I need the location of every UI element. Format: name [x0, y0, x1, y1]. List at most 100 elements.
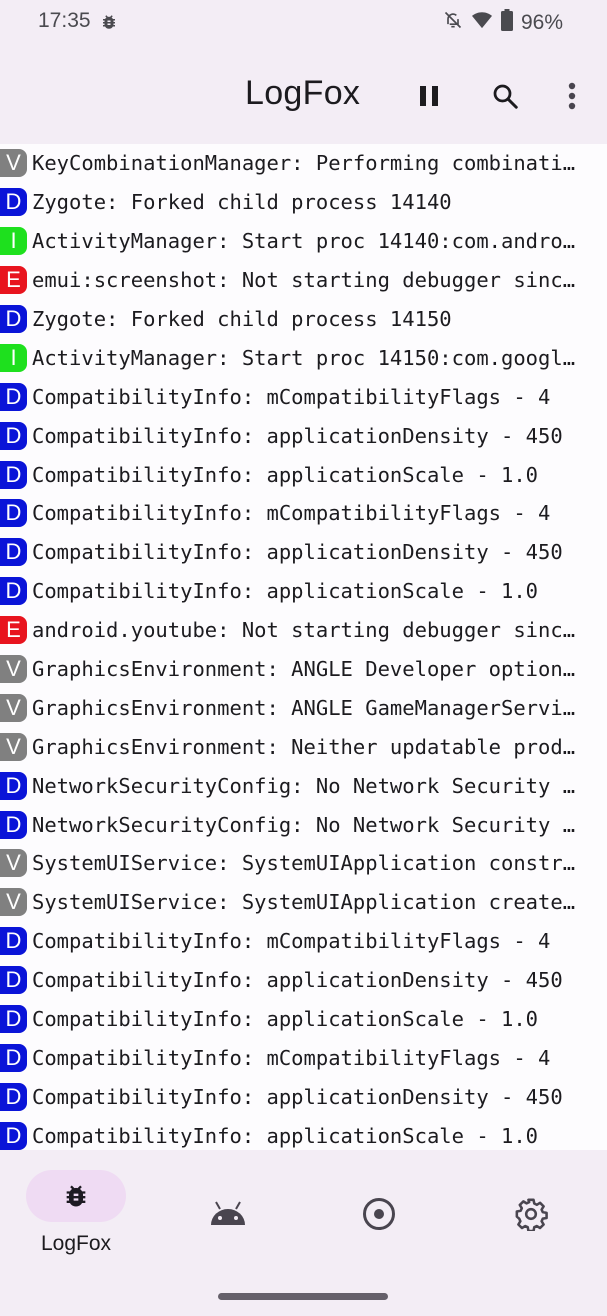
app-bar: LogFox [0, 60, 607, 132]
log-level-badge: D [0, 1043, 27, 1072]
status-bar: 17:35 96% [0, 0, 607, 44]
nav-item-apps[interactable] [178, 1170, 278, 1270]
settings-icon [515, 1198, 548, 1231]
log-message: GraphicsEnvironment: Neither updatable p… [32, 734, 576, 759]
log-row[interactable]: D CompatibilityInfo: applicationDensity -… [0, 1077, 607, 1116]
log-row[interactable]: D CompatibilityInfo: applicationDensity -… [0, 416, 607, 455]
log-message: ActivityManager: Start proc 14140:com.an… [32, 229, 576, 254]
battery-icon [500, 9, 513, 37]
log-row[interactable]: D CompatibilityInfo: mCompatibilityFlags … [0, 494, 607, 533]
log-row[interactable]: V GraphicsEnvironment: ANGLE GameManagerS… [0, 688, 607, 727]
log-level-badge: E [0, 266, 27, 295]
nav-item-recordings[interactable] [329, 1170, 429, 1270]
log-message: emui:screenshot: Not starting debugger s… [32, 268, 576, 293]
log-message: CompatibilityInfo: mCompatibilityFlags -… [32, 501, 551, 526]
log-message: Zygote: Forked child process 14140 [32, 190, 452, 215]
log-row[interactable]: D CompatibilityInfo: applicationScale - 1… [0, 1000, 607, 1039]
nav-active-indicator [26, 1170, 126, 1222]
log-row[interactable]: V GraphicsEnvironment: ANGLE Developer op… [0, 650, 607, 689]
battery-percent: 96% [520, 11, 563, 34]
status-time: 17:35 [38, 9, 91, 32]
log-message: GraphicsEnvironment: ANGLE Developer opt… [32, 657, 576, 682]
log-row[interactable]: D CompatibilityInfo: mCompatibilityFlags … [0, 922, 607, 961]
log-row[interactable]: V KeyCombinationManager: Performing combi… [0, 144, 607, 183]
log-message: CompatibilityInfo: applicationScale - 1.… [32, 1123, 539, 1148]
log-row[interactable]: D Zygote: Forked child process 14140 [0, 183, 607, 222]
log-level-badge: D [0, 538, 27, 567]
log-row[interactable]: I ActivityManager: Start proc 14140:com.a… [0, 222, 607, 261]
log-level-badge: V [0, 655, 27, 684]
log-level-badge: D [0, 460, 27, 489]
search-icon [493, 84, 518, 109]
log-message: GraphicsEnvironment: ANGLE GameManagerSe… [32, 695, 576, 720]
bottom-navigation: LogFox [0, 1150, 607, 1316]
search-button[interactable] [487, 78, 523, 114]
pause-icon [420, 86, 438, 106]
log-message: CompatibilityInfo: mCompatibilityFlags -… [32, 1045, 551, 1070]
log-level-badge: E [0, 616, 27, 645]
log-message: CompatibilityInfo: applicationDensity - … [32, 423, 563, 448]
log-message: CompatibilityInfo: applicationScale - 1.… [32, 579, 539, 604]
log-level-badge: D [0, 499, 27, 528]
more-options-button[interactable] [554, 78, 590, 114]
log-row[interactable]: D CompatibilityInfo: mCompatibilityFlags … [0, 377, 607, 416]
log-message: KeyCombinationManager: Performing combin… [32, 151, 576, 176]
log-level-badge: I [0, 227, 27, 256]
log-row[interactable]: I ActivityManager: Start proc 14150:com.g… [0, 338, 607, 377]
log-message: android.youtube: Not starting debugger s… [32, 618, 576, 643]
log-row[interactable]: D CompatibilityInfo: applicationScale - 1… [0, 572, 607, 611]
log-row[interactable]: Eemui:screenshot: Not starting debugger … [0, 261, 607, 300]
more-vert-icon [568, 82, 576, 110]
log-level-badge: D [0, 577, 27, 606]
log-level-badge: V [0, 149, 27, 178]
log-level-badge: D [0, 421, 27, 450]
log-level-badge: D [0, 188, 27, 217]
record-icon [363, 1198, 395, 1230]
log-row[interactable]: V SystemUIService: SystemUIApplication cr… [0, 883, 607, 922]
home-indicator[interactable] [218, 1293, 388, 1300]
log-message: CompatibilityInfo: mCompatibilityFlags -… [32, 929, 551, 954]
log-message: CompatibilityInfo: mCompatibilityFlags -… [32, 384, 551, 409]
log-level-badge: V [0, 888, 27, 917]
log-message: SystemUIService: SystemUIApplication con… [32, 851, 576, 876]
log-row[interactable]: D CompatibilityInfo: applicationDensity -… [0, 961, 607, 1000]
bug-icon [100, 12, 118, 37]
log-level-badge: D [0, 1082, 27, 1111]
nav-item-settings[interactable] [481, 1170, 581, 1270]
log-row[interactable]: D CompatibilityInfo: applicationScale - 1… [0, 455, 607, 494]
app-title: LogFox [245, 74, 361, 112]
log-row[interactable]: D CompatibilityInfo: mCompatibilityFlags … [0, 1038, 607, 1077]
log-message: CompatibilityInfo: applicationScale - 1.… [32, 462, 539, 487]
log-row[interactable]: V GraphicsEnvironment: Neither updatable … [0, 727, 607, 766]
log-level-badge: V [0, 693, 27, 722]
log-message: SystemUIService: SystemUIApplication cre… [32, 890, 576, 915]
log-row[interactable]: V SystemUIService: SystemUIApplication co… [0, 844, 607, 883]
log-level-badge: D [0, 382, 27, 411]
wifi-icon [471, 10, 493, 36]
nav-item-logfox[interactable]: LogFox [26, 1170, 126, 1270]
log-level-badge: D [0, 771, 27, 800]
pause-button[interactable] [411, 78, 447, 114]
notifications-off-icon [443, 9, 463, 37]
log-level-badge: D [0, 1121, 27, 1150]
log-row[interactable]: D CompatibilityInfo: applicationScale - 1… [0, 1116, 607, 1150]
log-message: CompatibilityInfo: applicationDensity - … [32, 540, 563, 565]
bug-icon [66, 1185, 86, 1207]
nav-label-logfox: LogFox [40, 1232, 112, 1255]
log-message: CompatibilityInfo: applicationDensity - … [32, 1084, 563, 1109]
log-level-badge: D [0, 966, 27, 995]
log-level-badge: D [0, 810, 27, 839]
log-level-badge: V [0, 732, 27, 761]
log-message: CompatibilityInfo: applicationDensity - … [32, 968, 563, 993]
log-row[interactable]: D NetworkSecurityConfig: No Network Secur… [0, 766, 607, 805]
log-level-badge: V [0, 849, 27, 878]
log-row[interactable]: Eandroid.youtube: Not starting debugger … [0, 611, 607, 650]
log-message: ActivityManager: Start proc 14150:com.go… [32, 345, 576, 370]
log-row[interactable]: D NetworkSecurityConfig: No Network Secur… [0, 805, 607, 844]
log-row[interactable]: D CompatibilityInfo: applicationDensity -… [0, 533, 607, 572]
log-list[interactable]: V KeyCombinationManager: Performing combi… [0, 144, 607, 1150]
log-row[interactable]: D Zygote: Forked child process 14150 [0, 300, 607, 339]
log-message: NetworkSecurityConfig: No Network Securi… [32, 773, 576, 798]
log-message: NetworkSecurityConfig: No Network Securi… [32, 812, 576, 837]
log-message: Zygote: Forked child process 14150 [32, 307, 452, 331]
